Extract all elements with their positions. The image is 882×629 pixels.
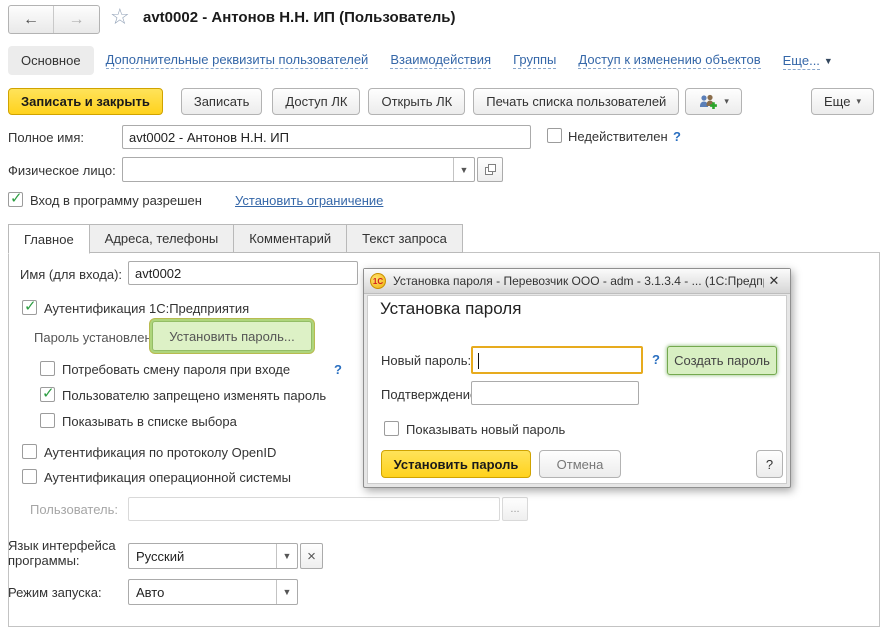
run-mode-value: Авто [129,585,276,600]
language-label-line2: программы: [8,553,80,568]
tab-bar: Главное Адреса, телефоны Комментарий Тек… [8,224,463,254]
open-in-window-icon [484,163,497,176]
nav-more-label: Еще... [783,53,820,70]
more-actions-button[interactable]: Еще ▾ [811,88,874,115]
invalid-help-icon[interactable]: ? [673,129,681,144]
auth-1c-label: Аутентификация 1С:Предприятия [44,301,249,316]
nav-item-interactions[interactable]: Взаимодействия [390,52,491,69]
check-icon: ✓ [10,189,23,207]
tab-request-text[interactable]: Текст запроса [347,224,463,253]
nav-item-additional-attributes[interactable]: Дополнительные реквизиты пользователей [106,52,369,69]
chevron-down-icon: ▾ [724,96,729,107]
new-password-help-icon[interactable]: ? [652,352,660,367]
chevron-down-icon: ▾ [856,96,861,107]
require-password-change-label: Потребовать смену пароля при входе [62,362,290,377]
openid-auth-label: Аутентификация по протоколу OpenID [44,445,276,460]
favorite-star-icon[interactable]: ☆ [110,4,130,30]
set-password-dialog: 1С Установка пароля - Перевозчик ООО - a… [363,268,791,488]
run-mode-combo[interactable]: Авто ▼ [128,579,298,605]
auth-1c-checkbox[interactable]: ✓ [22,300,37,315]
forbid-password-change-label: Пользователю запрещено изменять пароль [62,388,326,403]
forward-icon[interactable]: → [54,6,99,33]
show-in-choice-list-checkbox[interactable] [40,413,55,428]
language-clear-button[interactable]: × [300,543,323,569]
dropdown-arrow-icon[interactable]: ▼ [453,158,474,181]
dialog-titlebar[interactable]: 1С Установка пароля - Перевозчик ООО - a… [364,269,790,294]
users-add-icon [698,94,718,110]
os-user-label: Пользователь: [30,502,118,517]
access-lk-button[interactable]: Доступ ЛК [272,88,360,115]
language-label-line1: Язык интерфейса [8,538,116,553]
new-password-label: Новый пароль: [381,353,471,368]
section-nav: Основное Дополнительные реквизиты пользо… [8,46,833,75]
generate-password-button[interactable]: Создать пароль [667,346,777,375]
new-password-input[interactable] [471,346,643,374]
full-name-label: Полное имя: [8,130,84,145]
os-user-select-button[interactable]: ... [502,497,528,521]
confirm-password-label: Подтверждение: [381,387,481,402]
cancel-button[interactable]: Отмена [539,450,621,478]
require-password-change-checkbox[interactable] [40,361,55,376]
show-in-choice-list-label: Показывать в списке выбора [62,414,237,429]
login-allowed-label: Вход в программу разрешен [30,193,202,208]
back-icon[interactable]: ← [9,6,54,33]
full-name-input[interactable] [122,125,531,149]
open-lk-button[interactable]: Открыть ЛК [368,88,465,115]
confirm-password-input[interactable] [471,381,639,405]
history-nav-group: ← → [8,5,100,34]
person-label: Физическое лицо: [8,163,116,178]
show-new-password-checkbox[interactable] [384,421,399,436]
language-label: Язык интерфейсапрограммы: [8,538,116,568]
language-value: Русский [129,549,276,564]
login-allowed-checkbox[interactable]: ✓ [8,192,23,207]
set-restriction-link[interactable]: Установить ограничение [235,193,383,208]
password-set-label: Пароль установлен [34,330,152,345]
show-new-password-label: Показывать новый пароль [406,422,565,437]
1c-logo-icon: 1С [370,273,386,289]
close-icon[interactable]: ✕ [764,271,784,291]
check-icon: ✓ [42,384,55,402]
chevron-down-icon: ▼ [824,56,833,66]
add-users-menu-button[interactable]: ▾ [685,88,742,115]
os-user-input[interactable] [128,497,500,521]
invalid-label: Недействителен [568,129,668,144]
invalid-checkbox[interactable] [547,128,562,143]
nav-item-groups[interactable]: Группы [513,52,556,69]
page-title: avt0002 - Антонов Н.Н. ИП (Пользователь) [143,9,455,26]
more-label: Еще [824,94,850,109]
save-and-close-button[interactable]: Записать и закрыть [8,88,163,115]
tab-comment[interactable]: Комментарий [234,224,347,253]
nav-item-main[interactable]: Основное [8,46,94,75]
check-icon: ✓ [24,297,37,315]
openid-auth-checkbox[interactable] [22,444,37,459]
set-password-button[interactable]: Установить пароль... [152,321,312,351]
toolbar: Записать и закрыть Записать Доступ ЛК От… [8,88,874,115]
open-person-button[interactable] [477,157,503,182]
login-name-label: Имя (для входа): [20,267,122,282]
login-name-input[interactable] [128,261,358,285]
os-auth-checkbox[interactable] [22,469,37,484]
dialog-titlebar-text: Установка пароля - Перевозчик ООО - adm … [393,274,764,288]
user-card-window: ← → ☆ avt0002 - Антонов Н.Н. ИП (Пользов… [0,0,882,629]
dialog-heading: Установка пароля [380,299,521,319]
text-cursor [478,353,479,369]
tab-main[interactable]: Главное [8,224,90,254]
require-change-help-icon[interactable]: ? [334,362,342,377]
run-mode-label: Режим запуска: [8,585,102,600]
language-combo[interactable]: Русский ▼ [128,543,298,569]
save-button[interactable]: Записать [181,88,263,115]
nav-item-object-access[interactable]: Доступ к изменению объектов [578,52,760,69]
tab-addresses[interactable]: Адреса, телефоны [90,224,235,253]
dialog-help-button[interactable]: ? [756,450,783,478]
print-user-list-button[interactable]: Печать списка пользователей [473,88,679,115]
person-combo[interactable]: ▼ [122,157,475,182]
os-auth-label: Аутентификация операционной системы [44,470,291,485]
dropdown-arrow-icon[interactable]: ▼ [276,544,297,568]
dropdown-arrow-icon[interactable]: ▼ [276,580,297,604]
confirm-set-password-button[interactable]: Установить пароль [381,450,531,478]
forbid-password-change-checkbox[interactable]: ✓ [40,387,55,402]
nav-more-menu[interactable]: Еще... ▼ [783,53,833,68]
